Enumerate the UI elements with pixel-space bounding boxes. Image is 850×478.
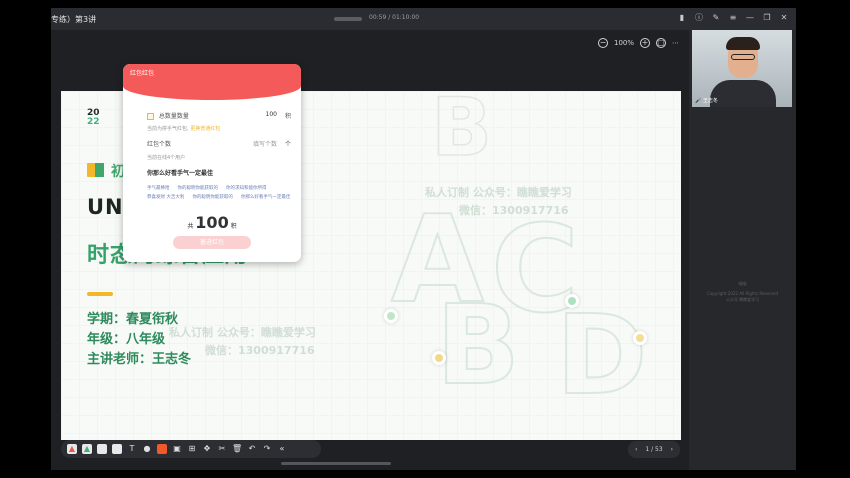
greeting-tag[interactable]: 你的求知和能你所得 (226, 185, 267, 191)
watermark: 微信：1300917716 (459, 204, 569, 217)
camera-body (710, 80, 776, 107)
greeting-tag[interactable]: 手气最棒哈 (147, 185, 170, 191)
image-icon[interactable]: ▣ (172, 444, 182, 454)
window-title: 法专练）第3讲 (51, 15, 97, 24)
color-icon[interactable] (157, 444, 167, 454)
total-count-label: 总数量数量 (158, 113, 189, 120)
classroom-window: 法专练）第3讲 00:59 / 01:10:00 ▮ ⓘ ✎ ≡ — ❐ ✕ −… (51, 8, 796, 470)
decor-dot (384, 309, 398, 323)
send-red-packet-button[interactable]: 塞进红包 (173, 236, 251, 249)
side-panel: 🎤 王志冬 喵喵 Copyright 2022 All Rights Reser… (689, 30, 796, 470)
minimize-icon[interactable]: — (744, 12, 756, 24)
page-indicator: 1 / 53 (645, 446, 663, 453)
red-packet-checkbox[interactable] (147, 113, 154, 120)
close-icon[interactable]: ✕ (778, 12, 790, 24)
total-amount: 共 100 积 (123, 213, 301, 232)
presentation-stage: − 100% + ▢ ⋯ B A C B D 20 22 初 UNIT 时态的综… (51, 30, 689, 440)
total-count-value[interactable]: 100 (266, 111, 277, 118)
packet-count-label: 红包个数 (147, 141, 172, 148)
packet-count-input[interactable]: 填写个数 (253, 139, 277, 148)
prev-page-icon[interactable]: ‹ (635, 446, 637, 453)
slide-letter: B (430, 91, 492, 175)
playback-time: 00:59 / 01:10:00 (369, 14, 420, 21)
greeting-tag[interactable]: 你的聪明你能获取的 (178, 185, 219, 191)
total-count-row: 总数量数量 100 积 (147, 111, 291, 120)
term-info: 学期：春夏衔秋 (87, 312, 179, 327)
redo-icon[interactable]: ↷ (262, 444, 272, 454)
shape-icon[interactable]: ● (142, 444, 152, 454)
greeting-tag[interactable]: 你那么好看手气一定最佳 (241, 194, 291, 200)
side-watermark-line: 公众号 瞧瞧爱学习 (725, 297, 760, 302)
packet-count-unit: 个 (284, 141, 291, 148)
drawing-toolbar: ▲ ▲ T ● ▣ ⊞ ✥ ✂ 🗑 ↶ ↷ « (61, 440, 321, 458)
grid-icon[interactable]: ⊞ (187, 444, 197, 454)
info-icon[interactable]: ⓘ (693, 12, 705, 24)
fit-screen-icon[interactable]: ▢ (656, 38, 666, 48)
scissors-icon[interactable]: ✂ (217, 444, 227, 454)
pen-icon[interactable]: ▲ (67, 444, 77, 454)
signal-icon: ▮ (679, 13, 685, 22)
greeting-tag[interactable]: 恭喜发财 大吉大利 (147, 194, 184, 200)
decor-dot (633, 331, 647, 345)
board-icon[interactable] (112, 444, 122, 454)
playback-progress[interactable] (334, 17, 362, 21)
slide-letter: D (555, 290, 648, 420)
side-watermark-line: Copyright 2022 All Rights Reserved (706, 291, 778, 296)
mic-icon: 🎤 (695, 98, 702, 104)
year-bottom: 22 (87, 117, 100, 127)
total-unit: 积 (230, 223, 237, 230)
page-navigator: ‹ 1 / 53 › (628, 441, 680, 458)
watermark: 微信：1300917716 (205, 344, 315, 357)
book-icon (87, 163, 104, 177)
zoom-in-icon[interactable]: + (640, 38, 650, 48)
teacher-info: 主讲老师：王志冬 (87, 352, 192, 367)
move-icon[interactable]: ✥ (202, 444, 212, 454)
year-badge: 20 22 (87, 109, 100, 127)
total-count-unit: 积 (284, 113, 291, 120)
slide-letter: B (435, 280, 521, 410)
switch-normal-link[interactable]: 更换普通红包 (190, 126, 220, 132)
zoom-out-icon[interactable]: − (597, 38, 608, 48)
scroll-track[interactable] (281, 462, 391, 465)
collapse-icon[interactable]: « (277, 444, 287, 454)
greeting-text[interactable]: 你那么好看手气一定最佳 (147, 168, 291, 177)
decor-dot (565, 294, 579, 308)
restore-icon[interactable]: ❐ (761, 12, 773, 24)
teacher-name: 🎤 王志冬 (695, 97, 718, 104)
total-prefix: 共 (187, 223, 194, 230)
watermark: 私人订制 公众号：瞧瞧爱学习 (425, 186, 572, 199)
tool-icon[interactable]: ✎ (710, 12, 722, 24)
title-bar: 法专练）第3讲 00:59 / 01:10:00 ▮ ⓘ ✎ ≡ — ❐ ✕ (51, 8, 796, 30)
red-packet-title: 红包红包 (130, 70, 155, 77)
hint-row: 当前为拼手气红包, 更换普通红包 (147, 125, 291, 132)
watermark: 私人订制 公众号：瞧瞧爱学习 (169, 326, 316, 339)
camera-hair (726, 37, 760, 50)
teacher-name-text: 王志冬 (702, 98, 718, 104)
online-hint: 当前在线4个用户 (147, 155, 186, 161)
red-packet-header: 红包红包 (123, 64, 301, 100)
menu-icon[interactable]: ≡ (727, 12, 739, 24)
eraser-icon[interactable] (97, 444, 107, 454)
hint-prefix: 当前为拼手气红包, (147, 126, 189, 132)
packet-count-row: 红包个数 填写个数 个 (147, 139, 291, 148)
delete-icon[interactable]: 🗑 (232, 444, 242, 454)
greeting-tag[interactable]: 你的聪明你能获取的 (192, 194, 233, 200)
next-page-icon[interactable]: › (671, 446, 673, 453)
greeting-tags: 手气最棒哈 你的聪明你能获取的 你的求知和能你所得 恭喜发财 大吉大利 你的聪明… (147, 185, 297, 200)
more-icon[interactable]: ⋯ (672, 39, 679, 47)
total-amount-value: 100 (195, 213, 229, 232)
teacher-camera: 🎤 王志冬 (692, 30, 792, 107)
grade-info: 年级：八年级 (87, 332, 166, 347)
camera-glasses (731, 54, 755, 60)
zoom-controls: − 100% + ▢ ⋯ (597, 38, 679, 48)
highlighter-icon[interactable]: ▲ (82, 444, 92, 454)
window-controls: ▮ ⓘ ✎ ≡ — ❐ ✕ (676, 12, 790, 24)
side-watermark-title: 喵喵 (738, 281, 747, 286)
text-icon[interactable]: T (127, 444, 137, 454)
red-packet-dialog: 红包红包 总数量数量 100 积 当前为拼手气红包, 更换普通红包 红包个数 填… (123, 64, 301, 262)
zoom-level: 100% (613, 39, 634, 47)
undo-icon[interactable]: ↶ (247, 444, 257, 454)
decor-dot (432, 351, 446, 365)
accent-line (87, 292, 113, 296)
